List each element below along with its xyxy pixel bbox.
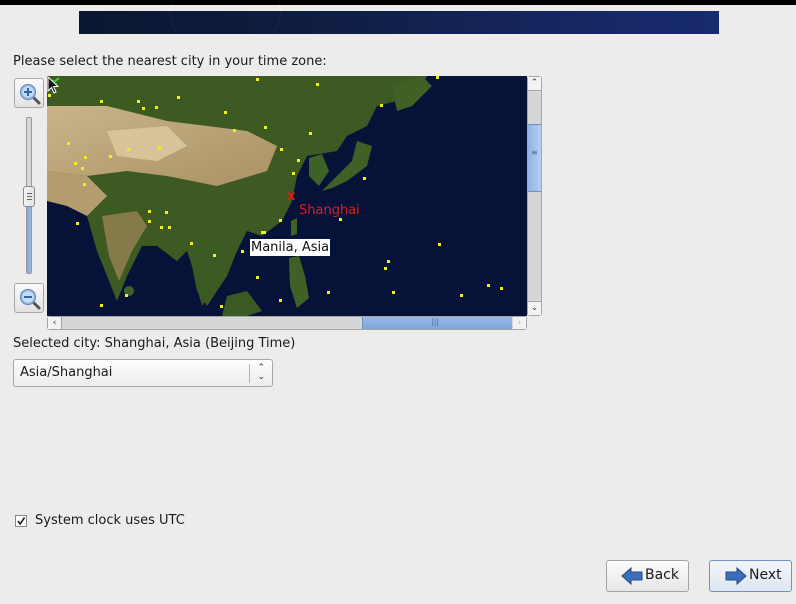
installer-banner — [79, 0, 719, 53]
city-dot[interactable] — [84, 156, 87, 159]
utc-checkbox-label: System clock uses UTC — [35, 513, 185, 528]
city-dot[interactable] — [190, 242, 193, 245]
city-dot[interactable] — [48, 94, 51, 97]
city-dot[interactable] — [67, 142, 70, 145]
city-dot[interactable] — [309, 132, 312, 135]
city-dot[interactable] — [256, 276, 259, 279]
city-dot[interactable] — [155, 106, 158, 109]
city-dot[interactable] — [83, 183, 86, 186]
mouse-cursor-icon — [47, 76, 59, 94]
city-dot[interactable] — [81, 167, 84, 170]
next-button-label: Next — [749, 567, 782, 583]
top-bar — [0, 0, 796, 5]
scroll-up-button[interactable]: ⌃ — [528, 77, 541, 91]
city-dot[interactable] — [127, 148, 130, 151]
city-dot[interactable] — [213, 254, 216, 257]
city-dot[interactable] — [158, 146, 161, 149]
city-dot[interactable] — [487, 284, 490, 287]
city-dot[interactable] — [76, 222, 79, 225]
city-dot[interactable] — [339, 218, 342, 221]
city-dot[interactable] — [280, 148, 283, 151]
next-button[interactable]: Next — [709, 560, 792, 592]
city-dot[interactable] — [224, 111, 227, 114]
city-dot[interactable] — [380, 104, 383, 107]
hover-city-tooltip: Manila, Asia — [250, 239, 331, 256]
city-dot[interactable] — [438, 243, 441, 246]
city-dot[interactable] — [109, 155, 112, 158]
arrow-right-icon — [725, 567, 747, 585]
utc-checkbox[interactable] — [15, 515, 27, 527]
city-dot[interactable] — [100, 304, 103, 307]
timezone-select[interactable]: Asia/Shanghai ⌃ ⌄ — [13, 359, 273, 387]
arrow-left-icon — [621, 567, 643, 585]
prompt-label: Please select the nearest city in your t… — [13, 54, 327, 69]
city-dot[interactable] — [177, 96, 180, 99]
city-dot[interactable] — [363, 177, 366, 180]
city-dot[interactable] — [233, 129, 236, 132]
city-dot[interactable] — [165, 211, 168, 214]
zoom-in-icon — [19, 83, 41, 105]
city-dot[interactable] — [142, 107, 145, 110]
timezone-map[interactable]: x Shanghai Manila, Asia — [47, 76, 527, 316]
scroll-right-button[interactable]: › — [513, 317, 526, 329]
city-dot[interactable] — [279, 299, 282, 302]
city-dot[interactable] — [460, 294, 463, 297]
city-dot[interactable] — [384, 267, 387, 270]
city-dot[interactable] — [316, 83, 319, 86]
city-dot[interactable] — [220, 305, 223, 308]
city-dot[interactable] — [148, 210, 151, 213]
selected-city-marker: x — [287, 189, 296, 204]
city-dot[interactable] — [292, 172, 295, 175]
city-dot[interactable] — [125, 294, 128, 297]
timezone-select-value: Asia/Shanghai — [20, 365, 113, 380]
updown-chevron-icon: ⌃ ⌄ — [257, 363, 265, 382]
city-dot[interactable] — [279, 219, 282, 222]
horizontal-scroll-thumb[interactable]: ||| — [362, 317, 512, 329]
city-dot[interactable] — [160, 226, 163, 229]
zoom-in-button[interactable] — [14, 78, 44, 108]
selected-city-map-label: Shanghai — [299, 203, 360, 218]
zoom-out-button[interactable] — [14, 283, 44, 313]
city-dot[interactable] — [256, 78, 259, 81]
city-dot[interactable] — [436, 76, 439, 79]
back-button[interactable]: Back — [606, 560, 689, 592]
selected-city-label: Selected city: Shanghai, Asia (Beijing T… — [13, 336, 296, 351]
map-vertical-scrollbar[interactable]: ⌃ ≡ ⌄ — [527, 76, 542, 316]
city-dot[interactable] — [137, 100, 140, 103]
city-dot[interactable] — [297, 159, 300, 162]
city-dot[interactable] — [100, 100, 103, 103]
back-button-label: Back — [645, 567, 679, 583]
city-dot[interactable] — [263, 231, 266, 234]
city-dot[interactable] — [168, 226, 171, 229]
city-dot[interactable] — [241, 250, 244, 253]
vertical-scroll-thumb[interactable]: ≡ — [528, 124, 541, 192]
checkmark-icon — [17, 517, 26, 526]
zoom-slider-fill — [27, 195, 31, 273]
city-dot[interactable] — [327, 291, 330, 294]
city-dot[interactable] — [387, 260, 390, 263]
city-dot[interactable] — [500, 287, 503, 290]
city-dot[interactable] — [148, 220, 151, 223]
zoom-slider-thumb[interactable] — [23, 186, 35, 207]
scroll-left-button[interactable]: ‹ — [48, 317, 62, 329]
city-dot[interactable] — [264, 126, 267, 129]
map-horizontal-scrollbar[interactable]: ‹ ||| › — [47, 316, 527, 330]
city-dot[interactable] — [74, 162, 77, 165]
zoom-out-icon — [19, 288, 41, 310]
city-dot[interactable] — [392, 291, 395, 294]
scroll-down-button[interactable]: ⌄ — [528, 301, 541, 315]
